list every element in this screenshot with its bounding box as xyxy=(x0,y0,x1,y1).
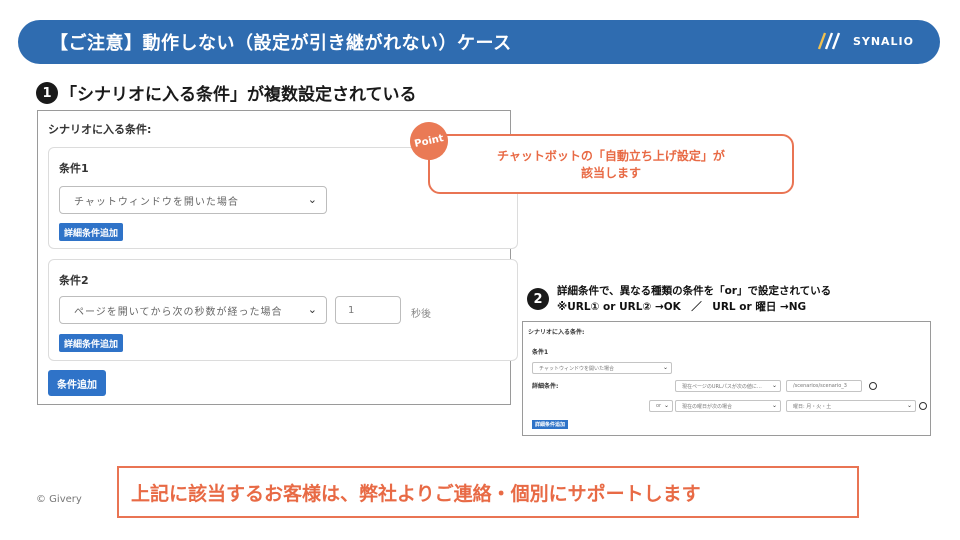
point-line-1: チャットボットの「自動立ち上げ設定」が xyxy=(497,149,725,163)
support-message: 上記に該当するお客様は、弊社よりご連絡・個別にサポートします xyxy=(131,482,701,505)
brand-logo: SYNALIO xyxy=(817,31,914,51)
panel-label: シナリオに入る条件: xyxy=(528,329,585,336)
add-condition-button[interactable]: 条件追加 xyxy=(48,370,106,396)
chevron-down-icon: ⌄ xyxy=(307,193,318,206)
chevron-down-icon: ⌄ xyxy=(307,303,318,316)
or-select-value: or xyxy=(656,403,662,409)
section-1-number: 1 xyxy=(36,82,58,104)
condition-1-select[interactable]: チャットウィンドウを開いた場合 ⌄ xyxy=(59,186,327,214)
chevron-down-icon: ⌄ xyxy=(663,402,669,409)
point-callout: チャットボットの「自動立ち上げ設定」が 該当します xyxy=(428,134,794,194)
condition-1-select-value: チャットウィンドウを開いた場合 xyxy=(74,196,239,208)
header-banner: 【ご注意】動作しない（設定が引き継がれない）ケース SYNALIO xyxy=(18,20,940,64)
copyright: © Givery xyxy=(36,494,82,505)
brand-name: SYNALIO xyxy=(852,34,914,48)
chevron-down-icon: ⌄ xyxy=(771,402,777,409)
add-detail-button[interactable]: 詳細条件追加 xyxy=(59,223,124,241)
detail-condition-panel: シナリオに入る条件: 条件1 チャットウィンドウを開いた場合 ⌄ 詳細条件: 現… xyxy=(522,321,931,436)
add-detail-button[interactable]: 詳細条件追加 xyxy=(532,420,569,429)
detail-value-1-input[interactable]: /scenarios/scenario_3 xyxy=(786,380,862,392)
chevron-down-icon: ⌄ xyxy=(662,364,668,371)
seconds-unit: 秒後 xyxy=(411,309,431,320)
section-1-title: 「シナリオに入る条件」が複数設定されている xyxy=(60,85,417,105)
or-select[interactable]: or ⌄ xyxy=(649,400,673,412)
condition-2-select[interactable]: ページを開いてから次の秒数が経った場合 ⌄ xyxy=(59,296,327,324)
detail-value-2-value: 曜日: 月・火・土 xyxy=(793,403,832,410)
remove-icon[interactable] xyxy=(869,382,877,390)
chevron-down-icon: ⌄ xyxy=(906,402,912,409)
point-line-2: 該当します xyxy=(580,166,641,180)
section-2-line-1: 詳細条件で、異なる種類の条件を「or」で設定されている xyxy=(557,285,832,297)
detail-select-2-value: 現在の曜日が次の場合 xyxy=(682,403,733,410)
condition-1-title: 条件1 xyxy=(59,162,89,175)
detail-select-1-value: 現在ページのURLパスが次の値に… xyxy=(682,383,762,390)
panel-label: シナリオに入る条件: xyxy=(48,123,152,136)
condition-2-box: 条件2 ページを開いてから次の秒数が経った場合 ⌄ 1 秒後 詳細条件追加 xyxy=(48,259,518,361)
detail-select-1[interactable]: 現在ページのURLパスが次の値に… ⌄ xyxy=(675,380,781,392)
remove-icon[interactable] xyxy=(919,402,927,410)
section-2-number: 2 xyxy=(527,288,549,310)
chevron-down-icon: ⌄ xyxy=(771,382,777,389)
seconds-input[interactable]: 1 xyxy=(335,296,401,324)
support-message-box: 上記に該当するお客様は、弊社よりご連絡・個別にサポートします xyxy=(117,466,859,518)
page-title: 【ご注意】動作しない（設定が引き継がれない）ケース xyxy=(50,33,512,54)
section-2-line-2: ※URL① or URL② →OK ／ URL or 曜日 →NG xyxy=(557,301,807,313)
condition-select-value: チャットウィンドウを開いた場合 xyxy=(539,365,614,372)
condition-select[interactable]: チャットウィンドウを開いた場合 ⌄ xyxy=(532,362,672,374)
condition-2-title: 条件2 xyxy=(59,274,89,287)
detail-select-2[interactable]: 現在の曜日が次の場合 ⌄ xyxy=(675,400,781,412)
condition-2-select-value: ページを開いてから次の秒数が経った場合 xyxy=(74,306,283,318)
detail-value-2-select[interactable]: 曜日: 月・火・土 ⌄ xyxy=(786,400,916,412)
add-detail-button[interactable]: 詳細条件追加 xyxy=(59,334,124,352)
condition-1-title: 条件1 xyxy=(532,349,549,356)
slash-logo-icon xyxy=(817,32,841,50)
detail-label: 詳細条件: xyxy=(532,383,559,390)
section-2-text: 詳細条件で、異なる種類の条件を「or」で設定されている ※URL① or URL… xyxy=(557,283,831,315)
